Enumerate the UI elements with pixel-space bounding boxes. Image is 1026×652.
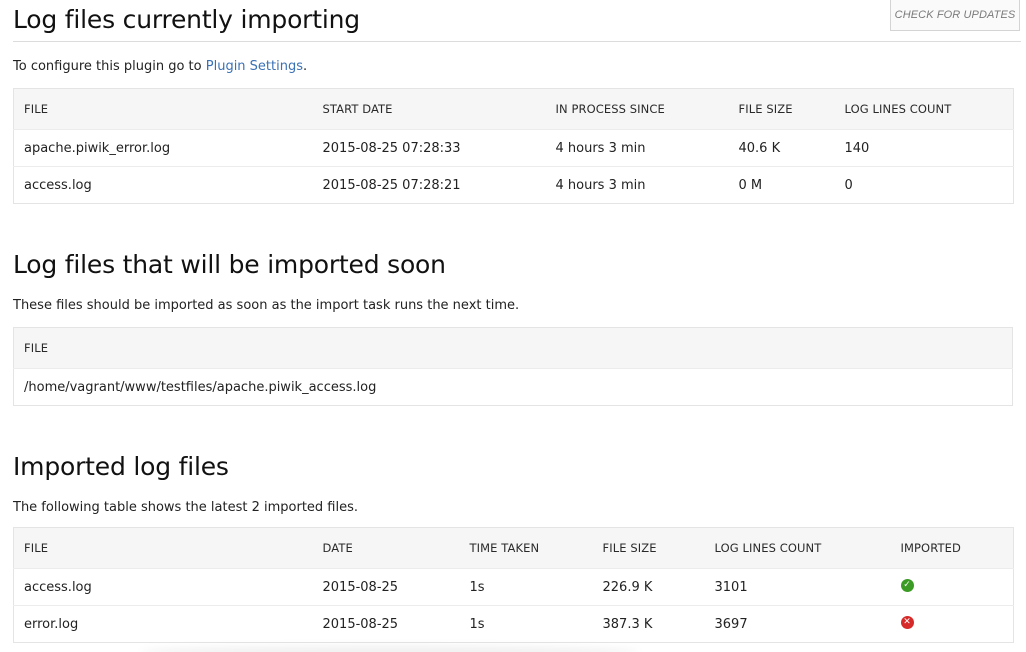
file-size-cell: 40.6 K <box>738 140 781 156</box>
column-header: LOG LINES COUNT <box>834 88 1014 130</box>
column-header: IMPORTED <box>890 527 1014 569</box>
file-cell: access.log <box>13 166 313 204</box>
log-lines-cell: 3101 <box>714 579 748 595</box>
check-circle-icon: ✓ <box>900 579 914 592</box>
table-header-row: FILE DATE TIME TAKEN FILE SIZE LOG LINES… <box>13 527 1014 569</box>
soon-section: Log files that will be imported soon The… <box>13 250 1013 410</box>
soon-table: FILE /home/vagrant/www/testfiles/apache.… <box>13 327 1013 406</box>
column-header: LOG LINES COUNT <box>704 527 891 569</box>
date-cell: 2015-08-25 <box>312 605 460 643</box>
imported-status-cell: ✓ <box>891 569 1014 606</box>
table-row: access.log 2015-08-25 07:28:21 4 hours 3… <box>13 166 1014 204</box>
importing-section: Log files currently importing To configu… <box>13 0 1021 210</box>
file-size-cell: 226.9 K <box>602 579 653 595</box>
imported-status-cell: ✕ <box>890 605 1014 643</box>
in-process-cell: 4 hours 3 min <box>545 166 729 204</box>
file-cell: apache.piwik_error.log <box>24 140 171 156</box>
importing-description-suffix: . <box>303 59 308 74</box>
log-lines-cell: 0 <box>834 166 1014 204</box>
file-size-cell: 0 M <box>728 166 835 204</box>
table-header-row: FILE START DATE IN PROCESS SINCE FILE SI… <box>13 88 1014 130</box>
log-lines-cell: 3697 <box>704 605 891 643</box>
imported-description: The following table shows the latest 2 i… <box>13 500 359 515</box>
table-row: /home/vagrant/www/testfiles/apache.piwik… <box>14 369 1013 406</box>
column-header: TIME TAKEN <box>459 527 593 569</box>
table-header-row: FILE <box>13 327 1013 369</box>
importing-title: Log files currently importing <box>13 5 360 34</box>
scroll-shadow <box>140 646 640 652</box>
file-size-cell: 387.3 K <box>592 605 705 643</box>
file-cell: access.log <box>24 579 92 595</box>
imported-title: Imported log files <box>13 452 229 481</box>
file-cell: error.log <box>13 605 313 643</box>
start-date-cell: 2015-08-25 07:28:21 <box>312 166 546 204</box>
log-lines-cell: 140 <box>844 140 870 156</box>
table-row: error.log 2015-08-25 1s 387.3 K 3697 ✕ <box>13 605 1014 643</box>
column-header: DATE <box>312 527 460 569</box>
file-cell: /home/vagrant/www/testfiles/apache.piwik… <box>24 379 377 395</box>
column-header: IN PROCESS SINCE <box>545 88 729 130</box>
title-divider <box>13 41 1021 42</box>
column-header: FILE SIZE <box>592 527 705 569</box>
time-taken-cell: 1s <box>469 579 485 595</box>
in-process-cell: 4 hours 3 min <box>555 140 646 156</box>
column-header: FILE <box>13 327 1013 369</box>
column-header: FILE <box>13 527 313 569</box>
cross-circle-icon: ✕ <box>900 616 914 629</box>
plugin-settings-link[interactable]: Plugin Settings <box>206 59 303 74</box>
soon-title: Log files that will be imported soon <box>13 250 446 279</box>
column-header: FILE <box>13 88 313 130</box>
table-row: access.log 2015-08-25 1s 226.9 K 3101 ✓ <box>14 569 1014 606</box>
start-date-cell: 2015-08-25 07:28:33 <box>322 140 461 156</box>
importing-description: To configure this plugin go to Plugin Se… <box>13 59 307 74</box>
importing-description-text: To configure this plugin go to <box>13 59 206 74</box>
time-taken-cell: 1s <box>459 605 593 643</box>
table-row: apache.piwik_error.log 2015-08-25 07:28:… <box>14 130 1014 167</box>
date-cell: 2015-08-25 <box>322 579 399 595</box>
soon-description: These files should be imported as soon a… <box>13 298 520 313</box>
column-header: START DATE <box>312 88 546 130</box>
column-header: FILE SIZE <box>728 88 835 130</box>
importing-table: FILE START DATE IN PROCESS SINCE FILE SI… <box>13 88 1014 204</box>
imported-section: Imported log files The following table s… <box>13 452 1014 652</box>
imported-table: FILE DATE TIME TAKEN FILE SIZE LOG LINES… <box>13 527 1014 643</box>
